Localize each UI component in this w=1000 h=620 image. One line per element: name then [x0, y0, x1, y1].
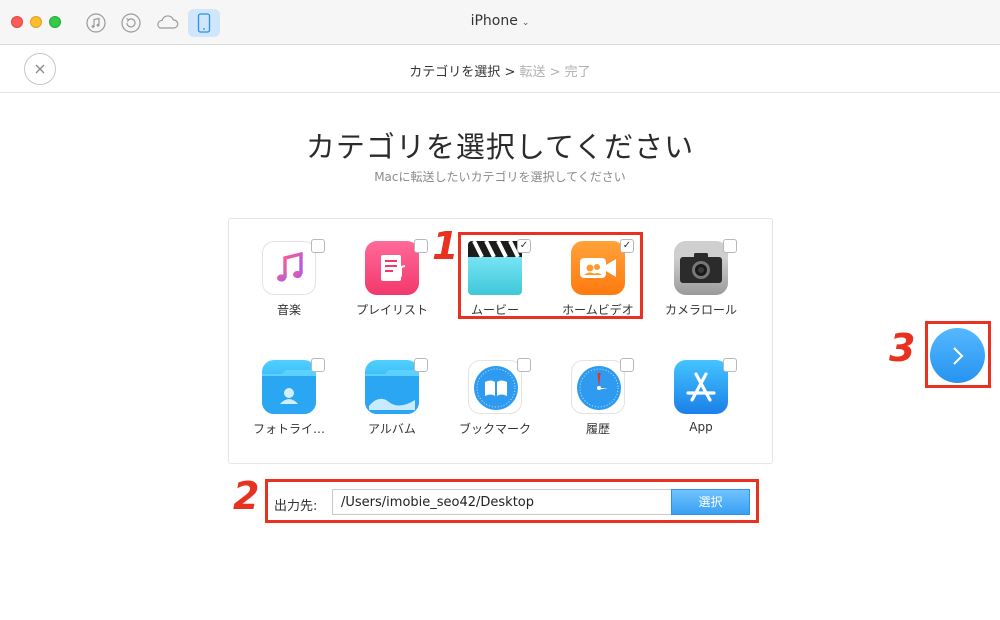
step-transfer: 転送	[519, 65, 546, 80]
step-select-category: カテゴリを選択	[409, 65, 501, 80]
title-bar: iPhone ⌄	[0, 0, 1000, 45]
chevron-right-icon	[952, 346, 963, 365]
annotation-number-1: 1	[432, 224, 459, 268]
output-path-field[interactable]: /Users/imobie_seo42/Desktop	[332, 489, 672, 515]
photo-folder-icon	[262, 360, 316, 414]
category-playlist[interactable]: プレイリスト	[342, 239, 442, 341]
checkbox-playlist[interactable]	[414, 239, 428, 253]
step-separator: >	[500, 65, 520, 80]
category-bookmark[interactable]: ブックマーク	[445, 358, 545, 460]
category-music[interactable]: 音楽	[239, 239, 339, 341]
app-store-icon	[674, 360, 728, 414]
page-subtitle: Macに転送したいカテゴリを選択してください	[374, 170, 626, 184]
album-folder-icon	[365, 360, 419, 414]
category-label: 音楽	[276, 303, 301, 317]
annotation-number-3: 3	[889, 326, 916, 370]
chevron-down-icon: ⌄	[521, 18, 530, 28]
checkbox-music[interactable]	[311, 239, 325, 253]
checkbox-app[interactable]	[723, 358, 737, 372]
category-label: アルバム	[368, 422, 416, 436]
playlist-icon	[365, 241, 419, 295]
category-label: フォトライ…	[252, 422, 325, 436]
category-photo-library[interactable]: フォトライ…	[239, 358, 339, 460]
history-compass-icon	[571, 360, 625, 414]
music-icon	[262, 241, 316, 295]
bookmark-compass-icon	[468, 360, 522, 414]
category-album[interactable]: アルバム	[342, 358, 442, 460]
category-app[interactable]: App	[651, 358, 751, 460]
checkbox-photo-library[interactable]	[311, 358, 325, 372]
category-camera-roll[interactable]: カメラロール	[651, 239, 751, 341]
category-label: カメラロール	[664, 303, 737, 317]
window-title[interactable]: iPhone ⌄	[0, 13, 1000, 29]
category-history[interactable]: 履歴	[548, 358, 648, 460]
annotation-box-categories	[458, 232, 643, 319]
output-path-label: 出力先:	[274, 499, 318, 514]
annotation-number-2: 2	[233, 474, 260, 518]
step-separator: >	[545, 65, 565, 80]
category-label: プレイリスト	[355, 303, 428, 317]
breadcrumb: カテゴリを選択 > 転送 > 完了	[0, 61, 1000, 80]
select-folder-button[interactable]: 選択	[671, 489, 750, 515]
step-bar: カテゴリを選択 > 転送 > 完了	[0, 45, 1000, 93]
checkbox-album[interactable]	[414, 358, 428, 372]
camera-icon	[674, 241, 728, 295]
category-label: ブックマーク	[458, 422, 531, 436]
next-button[interactable]	[930, 328, 985, 383]
step-complete: 完了	[564, 65, 591, 80]
checkbox-bookmark[interactable]	[517, 358, 531, 372]
checkbox-history[interactable]	[620, 358, 634, 372]
page-title: カテゴリを選択してください	[305, 130, 695, 164]
device-name: iPhone	[470, 13, 518, 29]
category-label: App	[689, 420, 713, 434]
checkbox-camera-roll[interactable]	[723, 239, 737, 253]
category-label: 履歴	[585, 422, 610, 436]
